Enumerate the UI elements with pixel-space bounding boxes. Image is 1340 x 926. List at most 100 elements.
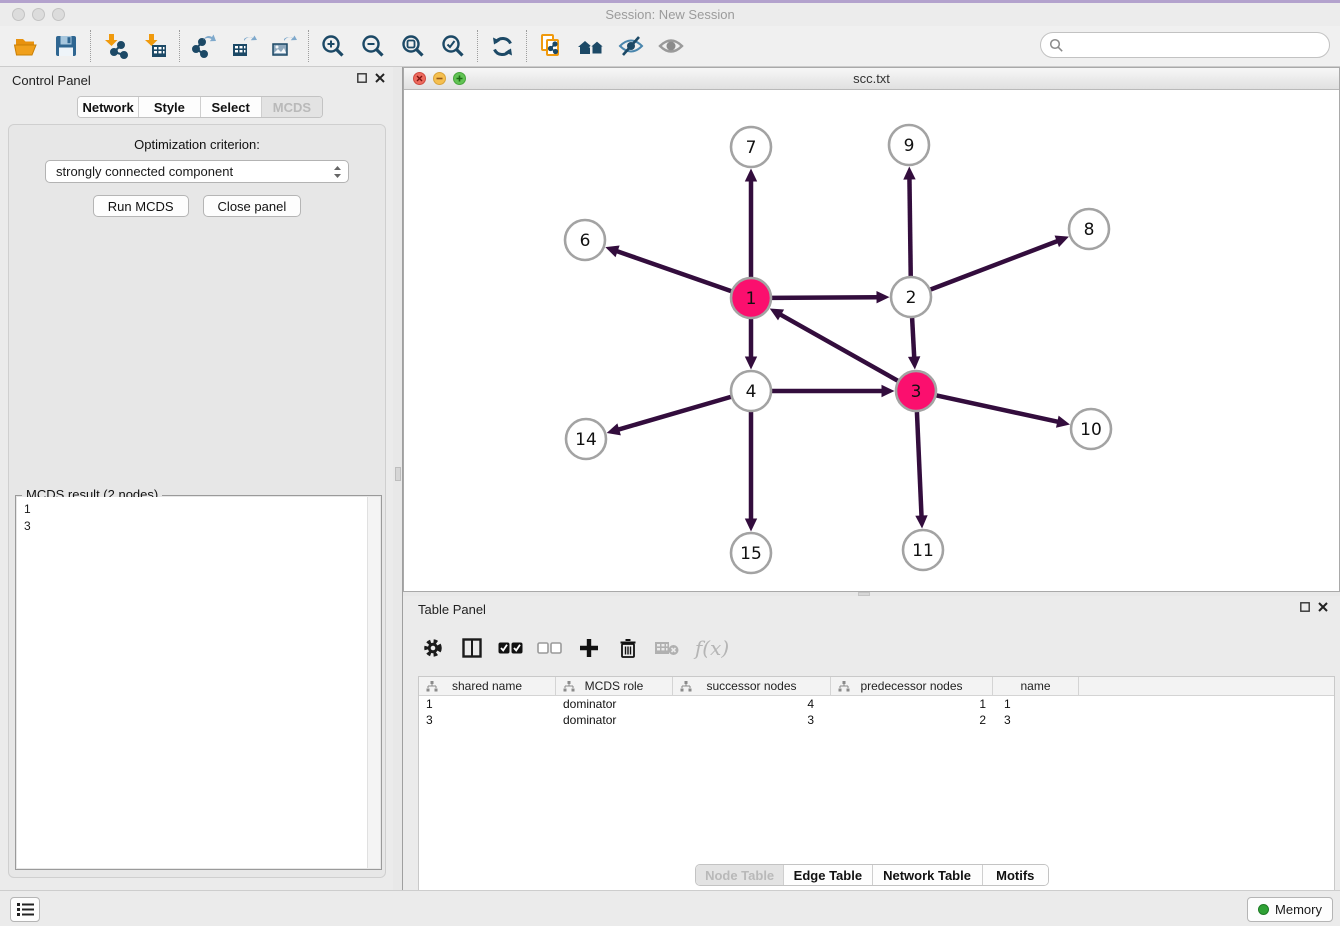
cell-name: 1 xyxy=(993,696,1079,712)
tab-mcds[interactable]: MCDS xyxy=(261,97,322,117)
cell-shared-name: 1 xyxy=(419,696,556,712)
tab-node-table[interactable]: Node Table xyxy=(696,865,783,885)
criterion-dropdown[interactable]: strongly connected component xyxy=(45,160,349,183)
graph-node-label: 10 xyxy=(1080,420,1102,440)
graph-edge-arrow xyxy=(876,291,889,303)
graph-edge-3-1[interactable] xyxy=(779,314,897,381)
splitter-grip[interactable] xyxy=(395,467,401,481)
cell-mcds-role: dominator xyxy=(556,712,673,728)
tab-edge-table[interactable]: Edge Table xyxy=(783,865,871,885)
graph-edge-4-14[interactable] xyxy=(617,397,731,430)
graph-node-11[interactable]: 11 xyxy=(903,530,943,570)
table-row[interactable]: 1 dominator 4 1 1 xyxy=(419,696,1334,712)
select-all-button[interactable] xyxy=(496,633,526,663)
run-mcds-button[interactable]: Run MCDS xyxy=(93,195,189,217)
cell-predecessor-nodes: 1 xyxy=(831,696,993,712)
vertical-splitter[interactable] xyxy=(393,67,403,890)
close-panel-button[interactable]: Close panel xyxy=(203,195,302,217)
tab-select[interactable]: Select xyxy=(200,97,261,117)
graph-node-10[interactable]: 10 xyxy=(1071,409,1111,449)
graph-node-1[interactable]: 1 xyxy=(731,278,771,318)
graph-node-15[interactable]: 15 xyxy=(731,533,771,573)
graph-edge-arrow xyxy=(745,519,757,532)
float-panel-icon[interactable] xyxy=(1300,602,1310,612)
zoom-in-button[interactable] xyxy=(313,29,353,63)
search-input[interactable] xyxy=(1069,38,1329,53)
table-header: shared name MCDS role successor nodes xyxy=(419,677,1334,696)
close-panel-icon[interactable] xyxy=(375,73,385,83)
graph-node-label: 7 xyxy=(746,138,757,158)
graph-node-7[interactable]: 7 xyxy=(731,127,771,167)
network-window-titlebar[interactable]: scc.txt xyxy=(404,68,1339,90)
close-panel-icon[interactable] xyxy=(1318,602,1328,612)
graph-node-label: 1 xyxy=(746,289,757,309)
add-column-button[interactable] xyxy=(574,633,604,663)
delete-column-button[interactable] xyxy=(613,633,643,663)
column-header-predecessor-nodes[interactable]: predecessor nodes xyxy=(831,677,993,695)
graph-node-label: 11 xyxy=(912,541,934,561)
search-box[interactable] xyxy=(1040,32,1330,58)
column-header-shared-name[interactable]: shared name xyxy=(419,677,556,695)
function-builder-button[interactable]: f(x) xyxy=(691,633,733,663)
toolbar-separator xyxy=(179,30,180,62)
zoom-fit-button[interactable] xyxy=(393,29,433,63)
table-toolbar: f(x) xyxy=(418,628,733,668)
graph-node-2[interactable]: 2 xyxy=(891,277,931,317)
clone-network-button[interactable] xyxy=(531,29,571,63)
graph-edge-1-2[interactable] xyxy=(772,297,879,298)
zoom-out-icon xyxy=(360,33,387,60)
export-network-button[interactable] xyxy=(184,29,224,63)
zoom-out-button[interactable] xyxy=(353,29,393,63)
graph-edge-1-6[interactable] xyxy=(616,251,731,291)
hide-selected-button[interactable] xyxy=(611,29,651,63)
toolbar-separator xyxy=(308,30,309,62)
show-selected-button[interactable] xyxy=(651,29,691,63)
tab-network-table[interactable]: Network Table xyxy=(872,865,982,885)
graph-edge-2-9[interactable] xyxy=(909,177,910,276)
table-row[interactable]: 3 dominator 3 2 3 xyxy=(419,712,1334,728)
graph-edge-arrow xyxy=(745,169,757,182)
export-table-button[interactable] xyxy=(224,29,264,63)
tab-network[interactable]: Network xyxy=(78,97,138,117)
main-toolbar xyxy=(0,26,1340,67)
result-scrollbar[interactable] xyxy=(367,497,380,868)
hierarchy-icon xyxy=(426,681,438,692)
graph-node-8[interactable]: 8 xyxy=(1069,209,1109,249)
show-all-networks-button[interactable] xyxy=(571,29,611,63)
column-header-successor-nodes[interactable]: successor nodes xyxy=(673,677,831,695)
graph-node-6[interactable]: 6 xyxy=(565,220,605,260)
tab-motifs[interactable]: Motifs xyxy=(982,865,1048,885)
graph-edge-3-11[interactable] xyxy=(917,412,922,518)
column-header-name[interactable]: name xyxy=(993,677,1079,695)
graph-node-9[interactable]: 9 xyxy=(889,125,929,165)
save-session-button[interactable] xyxy=(46,29,86,63)
graph-node-3[interactable]: 3 xyxy=(896,371,936,411)
task-list-icon xyxy=(17,902,34,917)
graph-edge-2-3[interactable] xyxy=(912,318,914,359)
graph-node-4[interactable]: 4 xyxy=(731,371,771,411)
tab-style[interactable]: Style xyxy=(138,97,199,117)
export-image-button[interactable] xyxy=(264,29,304,63)
import-table-button[interactable] xyxy=(135,29,175,63)
graph-node-14[interactable]: 14 xyxy=(566,419,606,459)
graph-node-label: 15 xyxy=(740,544,762,564)
gear-button[interactable] xyxy=(418,633,448,663)
split-panel-button[interactable] xyxy=(457,633,487,663)
graph-edge-arrow xyxy=(745,357,757,370)
deselect-all-button[interactable] xyxy=(535,633,565,663)
graph-edge-2-8[interactable] xyxy=(931,241,1059,290)
import-network-button[interactable] xyxy=(95,29,135,63)
graph-edge-3-10[interactable] xyxy=(937,395,1060,422)
graph-edge-arrow xyxy=(1056,416,1070,428)
column-header-mcds-role[interactable]: MCDS role xyxy=(556,677,673,695)
network-canvas[interactable]: 1 2 3 4 6 7 8 9 10 11 14 15 xyxy=(404,90,1339,591)
open-file-button[interactable] xyxy=(6,29,46,63)
zoom-selected-button[interactable] xyxy=(433,29,473,63)
memory-button[interactable]: Memory xyxy=(1247,897,1333,922)
refresh-layout-button[interactable] xyxy=(482,29,522,63)
task-history-button[interactable] xyxy=(10,897,40,922)
float-panel-icon[interactable] xyxy=(357,73,367,83)
save-session-icon xyxy=(53,33,79,59)
zoom-selected-icon xyxy=(440,33,467,60)
delete-table-button[interactable] xyxy=(652,633,682,663)
